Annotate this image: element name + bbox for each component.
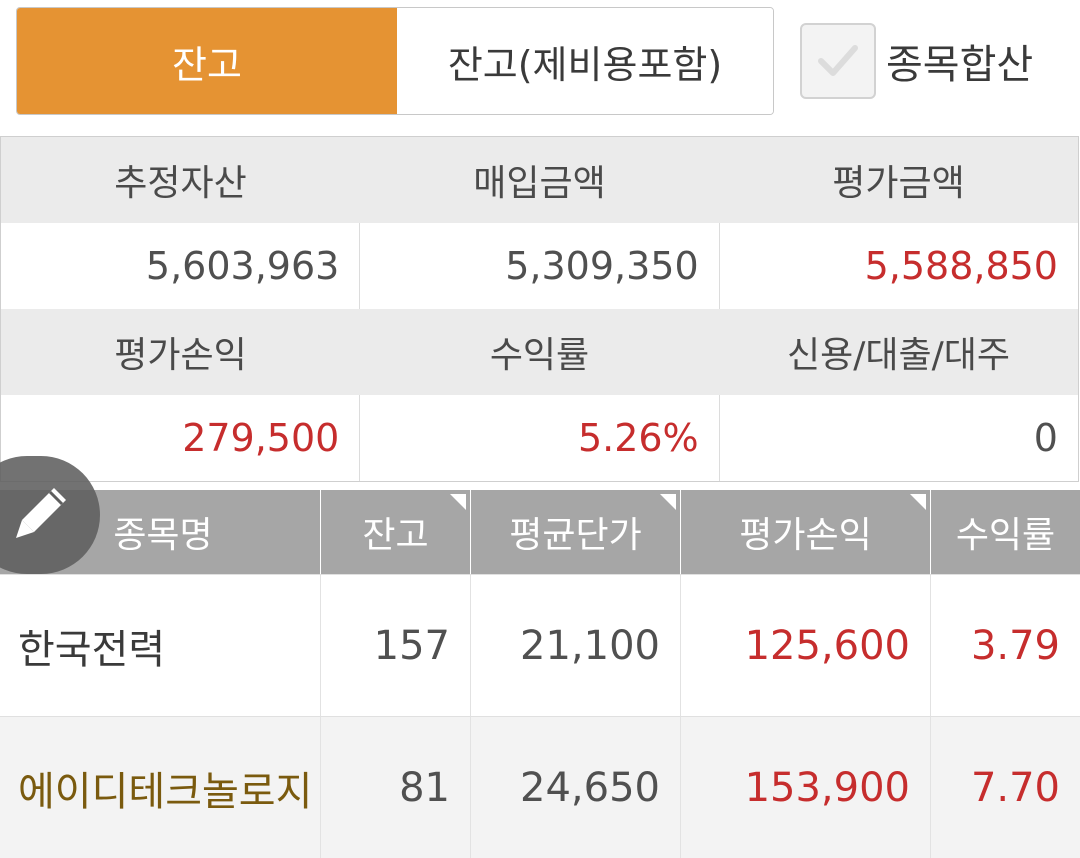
balance-view-toggle: 잔고 잔고(제비용포함) [16,7,774,115]
balance-tab[interactable]: 잔고 [17,8,397,114]
aggregate-checkbox-label: 종목합산 [886,42,1034,88]
balance-with-fees-tab[interactable]: 잔고(제비용포함) [397,8,773,114]
sort-corner-icon [450,494,466,510]
stock-quantity: 157 [320,575,470,716]
check-icon [818,45,858,76]
column-header-label: 평가손익 [739,515,872,556]
stock-return-rate: 3.79 [930,575,1080,716]
summary-value-row: 5,603,963 5,309,350 5,588,850 [1,223,1078,309]
summary-header-purchase-amount: 매입금액 [473,163,606,204]
summary-header-estimated-assets: 추정자산 [114,163,247,204]
summary-value-purchase-amount: 5,309,350 [359,223,718,309]
stock-avg-price: 24,650 [470,717,680,858]
summary-header-valuation-amount: 평가금액 [832,163,965,204]
summary-header-row: 평가손익 수익률 신용/대출/대주 [1,309,1078,395]
account-summary-table: 추정자산 매입금액 평가금액 5,603,963 5,309,350 5,588… [0,136,1079,482]
stock-valuation-pnl: 153,900 [680,717,930,858]
column-header-avg-price[interactable]: 평균단가 [470,490,680,574]
sort-corner-icon [910,494,926,510]
summary-header-row: 추정자산 매입금액 평가금액 [1,137,1078,223]
summary-value-credit-loan: 0 [718,395,1078,481]
summary-value-row: 279,500 5.26% 0 [1,395,1078,481]
holdings-header-row: 종목명 잔고 평균단가 평가손익 수익률 [0,490,1080,574]
summary-value-estimated-assets: 5,603,963 [145,244,340,288]
column-header-quantity[interactable]: 잔고 [320,490,470,574]
stock-avg-price: 21,100 [470,575,680,716]
stock-valuation-pnl: 125,600 [680,575,930,716]
column-header-label: 평균단가 [509,515,642,556]
summary-header-credit-loan: 신용/대출/대주 [787,335,1010,376]
column-header-valuation-pnl[interactable]: 평가손익 [680,490,930,574]
table-row[interactable]: 한국전력 157 21,100 125,600 3.79 [0,574,1080,716]
summary-header-return-rate: 수익률 [489,335,590,376]
column-header-label: 종목명 [113,515,213,556]
stock-return-rate: 7.70 [930,717,1080,858]
column-header-return-rate[interactable]: 수익률 [930,490,1080,574]
summary-value-return-rate: 5.26% [359,395,718,481]
stock-quantity: 81 [320,717,470,858]
holdings-table: 종목명 잔고 평균단가 평가손익 수익률 한국전력 157 21,100 125… [0,490,1080,858]
aggregate-checkbox[interactable]: 종목합산 [800,22,1033,100]
summary-header-valuation-pnl: 평가손익 [114,335,247,376]
checkbox-box[interactable] [800,23,876,99]
column-header-label: 수익률 [955,515,1056,556]
column-header-label: 잔고 [362,515,429,556]
sort-corner-icon [660,494,676,510]
stock-name[interactable]: 한국전력 [0,575,320,716]
pencil-icon [16,488,66,538]
table-row[interactable]: 에이디테크놀로지 81 24,650 153,900 7.70 [0,716,1080,858]
summary-value-valuation-amount: 5,588,850 [718,223,1078,309]
stock-name[interactable]: 에이디테크놀로지 [0,717,320,858]
